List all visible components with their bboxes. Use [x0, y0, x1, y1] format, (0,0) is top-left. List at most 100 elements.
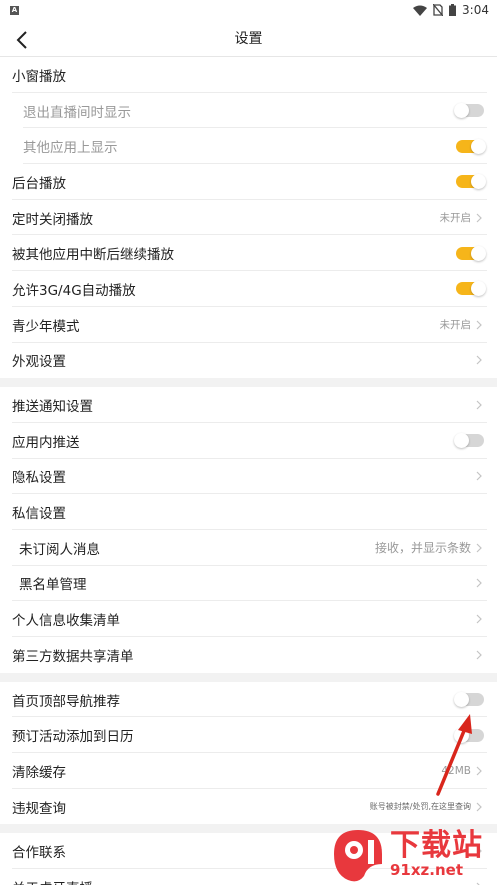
settings-row-label: 违规查询 [12, 800, 66, 817]
chevron-right-icon [475, 765, 483, 777]
settings-row[interactable]: 未订阅人消息 接收，并显示条数 [0, 530, 497, 566]
settings-row-value: 42MB [441, 764, 471, 777]
toggle-switch[interactable] [454, 103, 484, 119]
settings-group: 合作联系关于虎牙直播 [0, 833, 497, 885]
chevron-right-icon [475, 649, 483, 661]
status-left: A [10, 5, 19, 15]
settings-row-label: 个人信息收集清单 [12, 613, 120, 630]
status-time: 3:04 [462, 3, 489, 17]
settings-row-label: 推送通知设置 [12, 399, 93, 416]
settings-row[interactable]: 被其他应用中断后继续播放 [0, 235, 497, 271]
settings-group: 小窗播放 退出直播间时显示 其他应用上显示 后台播放 定时关闭播放 未开启 被其他应用中断后… [0, 57, 497, 379]
settings-row[interactable]: 第三方数据共享清单 [0, 637, 497, 673]
group-gap [0, 824, 497, 834]
nav-bar: 设置 [0, 20, 497, 57]
settings-row-label: 允许3G/4G自动播放 [12, 282, 136, 299]
toggle-knob [471, 245, 486, 261]
toggle-knob [471, 174, 486, 190]
settings-row-label: 其他应用上显示 [23, 140, 118, 157]
status-bar: A 3:04 [0, 0, 497, 20]
settings-row[interactable]: 违规查询 账号被封禁/处罚,在这里查询 [0, 789, 497, 825]
settings-row[interactable]: 允许3G/4G自动播放 [0, 271, 497, 307]
toggle-knob [454, 103, 469, 119]
settings-row[interactable]: 个人信息收集清单 [0, 601, 497, 637]
toggle-knob [454, 433, 469, 449]
chevron-right-icon [475, 577, 483, 589]
chevron-right-icon [475, 354, 483, 366]
toggle-switch[interactable] [454, 692, 484, 708]
settings-row-label: 隐私设置 [12, 470, 66, 487]
settings-row-label: 第三方数据共享清单 [12, 648, 134, 665]
settings-row-label: 外观设置 [12, 354, 66, 371]
settings-row-value: 未开启 [439, 319, 472, 332]
settings-row[interactable]: 后台播放 [0, 164, 497, 200]
chevron-right-icon [475, 399, 483, 411]
toggle-switch[interactable] [456, 245, 486, 261]
back-arrow-icon [16, 31, 27, 49]
back-button[interactable] [10, 28, 34, 52]
settings-row-value: 未开启 [439, 212, 472, 225]
toggle-knob [454, 692, 469, 708]
settings-row-value: 账号被封禁/处罚,在这里查询 [369, 802, 471, 812]
toggle-knob [454, 727, 469, 743]
settings-group: 推送通知设置 应用内推送隐私设置私信设置未订阅人消息 接收，并显示条数黑名单管理个人… [0, 387, 497, 673]
settings-row[interactable]: 合作联系 [0, 833, 497, 869]
status-right: 3:04 [413, 3, 489, 17]
chevron-right-icon [475, 881, 483, 885]
toggle-switch[interactable] [456, 138, 486, 154]
settings-row-label: 首页顶部导航推荐 [12, 693, 120, 710]
settings-row[interactable]: 关于虎牙直播 [0, 869, 497, 885]
settings-row-label: 未订阅人消息 [19, 541, 100, 558]
chevron-right-icon [475, 319, 483, 331]
settings-row[interactable]: 外观设置 [0, 343, 497, 379]
settings-row-label: 合作联系 [12, 845, 66, 862]
toggle-switch[interactable] [456, 281, 486, 297]
settings-row-label: 定时关闭播放 [12, 211, 93, 228]
toggle-switch[interactable] [454, 727, 484, 743]
settings-row-label: 小窗播放 [12, 68, 66, 85]
settings-row-label: 清除缓存 [12, 764, 66, 781]
settings-row-label: 应用内推送 [12, 434, 80, 451]
settings-row: 小窗播放 [0, 57, 497, 93]
wifi-icon [413, 5, 428, 16]
settings-row[interactable]: 其他应用上显示 [0, 128, 497, 164]
no-sim-icon [433, 4, 444, 16]
settings-row-label: 预订活动添加到日历 [12, 729, 134, 746]
settings-row[interactable]: 青少年模式 未开启 [0, 307, 497, 343]
chevron-right-icon [475, 212, 483, 224]
settings-row[interactable]: 隐私设置 [0, 459, 497, 495]
group-gap [0, 672, 497, 682]
settings-row[interactable]: 定时关闭播放 未开启 [0, 200, 497, 236]
toggle-switch[interactable] [456, 174, 486, 190]
battery-icon [449, 4, 457, 16]
chevron-right-icon [475, 613, 483, 625]
chevron-right-icon [475, 845, 483, 857]
settings-row-label: 被其他应用中断后继续播放 [12, 247, 174, 264]
settings-row[interactable]: 推送通知设置 [0, 387, 497, 423]
settings-row-label: 关于虎牙直播 [12, 877, 475, 885]
toggle-knob [471, 138, 486, 154]
settings-row-label: 黑名单管理 [19, 577, 87, 594]
settings-row-label: 私信设置 [12, 506, 66, 523]
notification-a-icon: A [10, 5, 19, 15]
group-gap [0, 378, 497, 388]
chevron-right-icon [475, 801, 483, 813]
toggle-switch[interactable] [454, 433, 484, 449]
chevron-right-icon [475, 542, 483, 554]
settings-group: 首页顶部导航推荐 预订活动添加到日历 清除缓存 42MB 违规查询 账号被封禁/处罚,在这… [0, 681, 497, 825]
page-title: 设置 [234, 31, 263, 47]
settings-row[interactable]: 应用内推送 [0, 423, 497, 459]
settings-row[interactable]: 首页顶部导航推荐 [0, 682, 497, 718]
settings-row: 私信设置 [0, 494, 497, 530]
settings-row-label: 后台播放 [12, 175, 66, 192]
settings-row-label: 退出直播间时显示 [23, 104, 131, 121]
settings-list: 小窗播放 退出直播间时显示 其他应用上显示 后台播放 定时关闭播放 未开启 被其他应用中断后… [0, 57, 497, 885]
settings-row[interactable]: 黑名单管理 [0, 566, 497, 602]
settings-row[interactable]: 退出直播间时显示 [0, 93, 497, 129]
settings-row[interactable]: 清除缓存 42MB [0, 753, 497, 789]
settings-row-value: 接收，并显示条数 [374, 541, 471, 556]
toggle-knob [471, 281, 486, 297]
chevron-right-icon [475, 470, 483, 482]
settings-row[interactable]: 预订活动添加到日历 [0, 717, 497, 753]
settings-row-label: 青少年模式 [12, 318, 80, 335]
